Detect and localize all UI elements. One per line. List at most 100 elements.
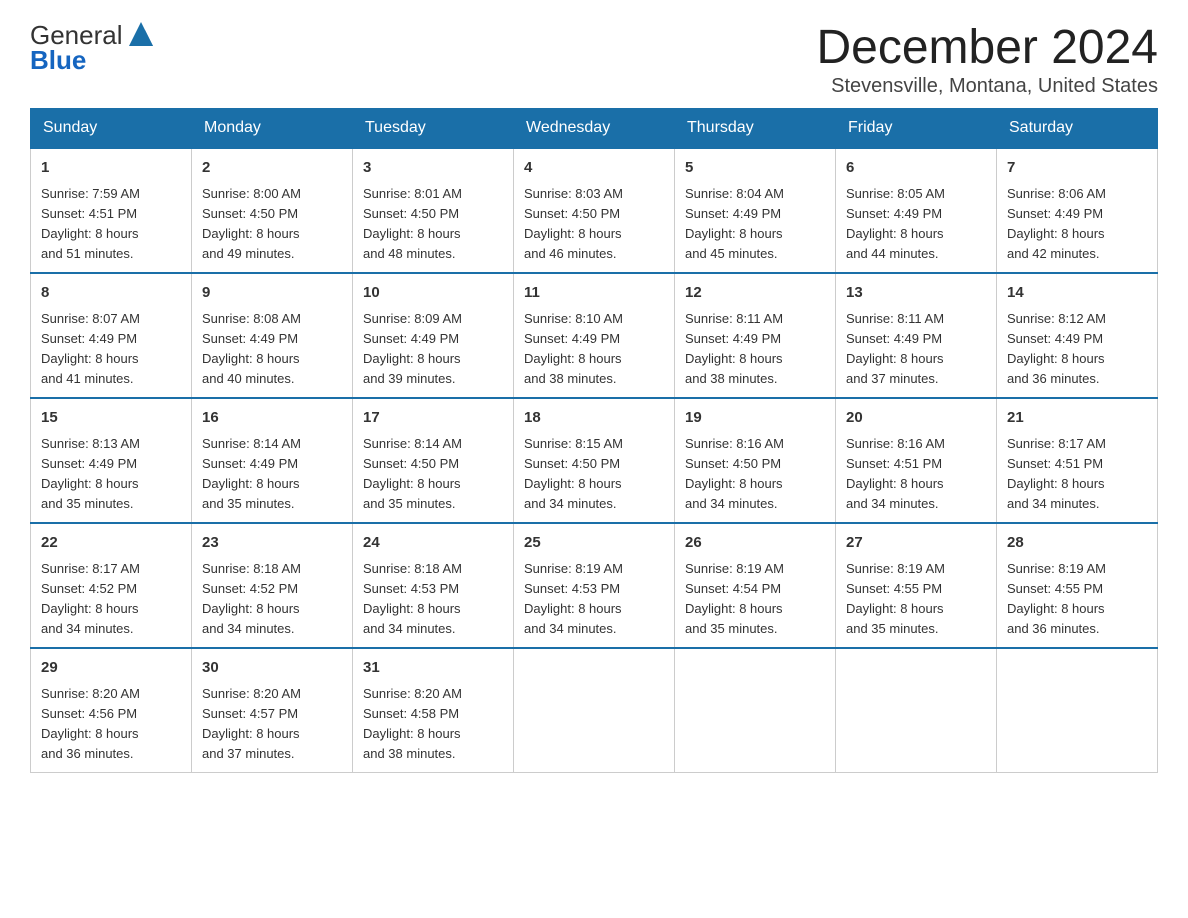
day-info: Sunrise: 8:20 AMSunset: 4:56 PMDaylight:… [41,686,140,761]
calendar-day-cell [514,648,675,773]
logo[interactable]: General Blue [30,20,157,76]
calendar-day-cell: 17 Sunrise: 8:14 AMSunset: 4:50 PMDaylig… [353,398,514,523]
calendar-day-cell [836,648,997,773]
weekday-header-thursday: Thursday [675,109,836,149]
logo-blue: Blue [30,45,86,76]
day-number: 28 [1007,532,1147,555]
day-number: 4 [524,157,664,180]
day-number: 15 [41,407,181,430]
day-number: 1 [41,157,181,180]
day-number: 3 [363,157,503,180]
calendar-week-row: 22 Sunrise: 8:17 AMSunset: 4:52 PMDaylig… [31,523,1158,648]
calendar-day-cell: 12 Sunrise: 8:11 AMSunset: 4:49 PMDaylig… [675,273,836,398]
calendar-day-cell: 2 Sunrise: 8:00 AMSunset: 4:50 PMDayligh… [192,148,353,273]
day-number: 31 [363,657,503,680]
day-number: 13 [846,282,986,305]
day-number: 7 [1007,157,1147,180]
day-info: Sunrise: 8:17 AMSunset: 4:52 PMDaylight:… [41,561,140,636]
day-info: Sunrise: 8:16 AMSunset: 4:51 PMDaylight:… [846,436,945,511]
calendar-week-row: 15 Sunrise: 8:13 AMSunset: 4:49 PMDaylig… [31,398,1158,523]
calendar-day-cell [997,648,1158,773]
calendar-day-cell: 22 Sunrise: 8:17 AMSunset: 4:52 PMDaylig… [31,523,192,648]
day-info: Sunrise: 8:01 AMSunset: 4:50 PMDaylight:… [363,186,462,261]
day-info: Sunrise: 8:15 AMSunset: 4:50 PMDaylight:… [524,436,623,511]
calendar-day-cell: 4 Sunrise: 8:03 AMSunset: 4:50 PMDayligh… [514,148,675,273]
month-title: December 2024 [816,20,1158,75]
day-number: 5 [685,157,825,180]
calendar-day-cell: 24 Sunrise: 8:18 AMSunset: 4:53 PMDaylig… [353,523,514,648]
calendar-day-cell [675,648,836,773]
weekday-header-sunday: Sunday [31,109,192,149]
day-info: Sunrise: 8:19 AMSunset: 4:55 PMDaylight:… [1007,561,1106,636]
day-info: Sunrise: 8:18 AMSunset: 4:53 PMDaylight:… [363,561,462,636]
day-number: 6 [846,157,986,180]
weekday-header-tuesday: Tuesday [353,109,514,149]
day-number: 23 [202,532,342,555]
day-info: Sunrise: 8:00 AMSunset: 4:50 PMDaylight:… [202,186,301,261]
day-number: 30 [202,657,342,680]
day-info: Sunrise: 8:20 AMSunset: 4:57 PMDaylight:… [202,686,301,761]
calendar-day-cell: 30 Sunrise: 8:20 AMSunset: 4:57 PMDaylig… [192,648,353,773]
weekday-header-monday: Monday [192,109,353,149]
day-number: 11 [524,282,664,305]
day-number: 29 [41,657,181,680]
day-info: Sunrise: 8:03 AMSunset: 4:50 PMDaylight:… [524,186,623,261]
title-section: December 2024 Stevensville, Montana, Uni… [816,20,1158,98]
calendar-day-cell: 15 Sunrise: 8:13 AMSunset: 4:49 PMDaylig… [31,398,192,523]
day-number: 10 [363,282,503,305]
calendar-day-cell: 13 Sunrise: 8:11 AMSunset: 4:49 PMDaylig… [836,273,997,398]
calendar-day-cell: 14 Sunrise: 8:12 AMSunset: 4:49 PMDaylig… [997,273,1158,398]
day-number: 2 [202,157,342,180]
calendar-day-cell: 10 Sunrise: 8:09 AMSunset: 4:49 PMDaylig… [353,273,514,398]
day-info: Sunrise: 8:20 AMSunset: 4:58 PMDaylight:… [363,686,462,761]
day-info: Sunrise: 8:08 AMSunset: 4:49 PMDaylight:… [202,311,301,386]
day-number: 24 [363,532,503,555]
calendar-week-row: 29 Sunrise: 8:20 AMSunset: 4:56 PMDaylig… [31,648,1158,773]
calendar-week-row: 1 Sunrise: 7:59 AMSunset: 4:51 PMDayligh… [31,148,1158,273]
calendar-day-cell: 7 Sunrise: 8:06 AMSunset: 4:49 PMDayligh… [997,148,1158,273]
calendar-day-cell: 27 Sunrise: 8:19 AMSunset: 4:55 PMDaylig… [836,523,997,648]
calendar-day-cell: 20 Sunrise: 8:16 AMSunset: 4:51 PMDaylig… [836,398,997,523]
day-number: 16 [202,407,342,430]
day-number: 9 [202,282,342,305]
day-info: Sunrise: 8:05 AMSunset: 4:49 PMDaylight:… [846,186,945,261]
day-number: 25 [524,532,664,555]
day-number: 14 [1007,282,1147,305]
day-info: Sunrise: 8:11 AMSunset: 4:49 PMDaylight:… [685,311,783,386]
day-info: Sunrise: 8:13 AMSunset: 4:49 PMDaylight:… [41,436,140,511]
calendar-day-cell: 23 Sunrise: 8:18 AMSunset: 4:52 PMDaylig… [192,523,353,648]
page-header: General Blue December 2024 Stevensville,… [30,20,1158,98]
calendar-day-cell: 21 Sunrise: 8:17 AMSunset: 4:51 PMDaylig… [997,398,1158,523]
day-info: Sunrise: 8:16 AMSunset: 4:50 PMDaylight:… [685,436,784,511]
logo-icon [125,18,157,50]
calendar-day-cell: 26 Sunrise: 8:19 AMSunset: 4:54 PMDaylig… [675,523,836,648]
day-info: Sunrise: 8:19 AMSunset: 4:55 PMDaylight:… [846,561,945,636]
calendar-day-cell: 11 Sunrise: 8:10 AMSunset: 4:49 PMDaylig… [514,273,675,398]
calendar-day-cell: 25 Sunrise: 8:19 AMSunset: 4:53 PMDaylig… [514,523,675,648]
day-info: Sunrise: 8:17 AMSunset: 4:51 PMDaylight:… [1007,436,1106,511]
calendar-day-cell: 19 Sunrise: 8:16 AMSunset: 4:50 PMDaylig… [675,398,836,523]
day-info: Sunrise: 8:14 AMSunset: 4:49 PMDaylight:… [202,436,301,511]
day-info: Sunrise: 8:10 AMSunset: 4:49 PMDaylight:… [524,311,623,386]
day-info: Sunrise: 8:19 AMSunset: 4:54 PMDaylight:… [685,561,784,636]
day-info: Sunrise: 8:12 AMSunset: 4:49 PMDaylight:… [1007,311,1106,386]
calendar-day-cell: 31 Sunrise: 8:20 AMSunset: 4:58 PMDaylig… [353,648,514,773]
calendar-day-cell: 28 Sunrise: 8:19 AMSunset: 4:55 PMDaylig… [997,523,1158,648]
day-number: 18 [524,407,664,430]
calendar-day-cell: 5 Sunrise: 8:04 AMSunset: 4:49 PMDayligh… [675,148,836,273]
day-number: 12 [685,282,825,305]
calendar-table: SundayMondayTuesdayWednesdayThursdayFrid… [30,108,1158,773]
day-number: 22 [41,532,181,555]
weekday-header-saturday: Saturday [997,109,1158,149]
calendar-day-cell: 8 Sunrise: 8:07 AMSunset: 4:49 PMDayligh… [31,273,192,398]
calendar-week-row: 8 Sunrise: 8:07 AMSunset: 4:49 PMDayligh… [31,273,1158,398]
day-info: Sunrise: 8:07 AMSunset: 4:49 PMDaylight:… [41,311,140,386]
day-info: Sunrise: 8:04 AMSunset: 4:49 PMDaylight:… [685,186,784,261]
weekday-header-friday: Friday [836,109,997,149]
calendar-day-cell: 29 Sunrise: 8:20 AMSunset: 4:56 PMDaylig… [31,648,192,773]
day-number: 20 [846,407,986,430]
day-info: Sunrise: 8:09 AMSunset: 4:49 PMDaylight:… [363,311,462,386]
day-info: Sunrise: 8:14 AMSunset: 4:50 PMDaylight:… [363,436,462,511]
day-info: Sunrise: 7:59 AMSunset: 4:51 PMDaylight:… [41,186,140,261]
weekday-header-row: SundayMondayTuesdayWednesdayThursdayFrid… [31,109,1158,149]
